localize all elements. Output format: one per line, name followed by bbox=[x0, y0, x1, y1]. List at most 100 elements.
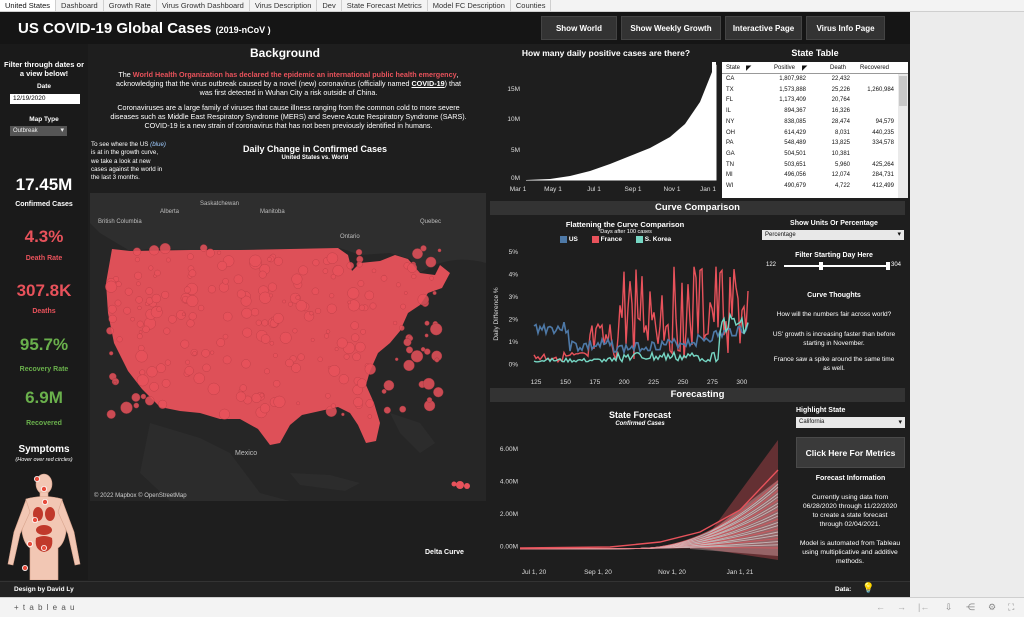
outbreak-circle[interactable] bbox=[146, 366, 158, 378]
outbreak-circle[interactable] bbox=[159, 243, 171, 255]
legend-skorea[interactable]: S. Korea bbox=[635, 236, 671, 243]
outbreak-circle[interactable] bbox=[217, 261, 227, 271]
download-icon[interactable]: ⇩ bbox=[945, 602, 953, 613]
outbreak-circle[interactable] bbox=[400, 303, 406, 310]
undo-icon[interactable]: ← bbox=[876, 602, 885, 612]
outbreak-circle[interactable] bbox=[187, 253, 194, 261]
lightbulb-icon[interactable]: 💡 bbox=[862, 583, 874, 594]
outbreak-circle[interactable] bbox=[343, 353, 350, 360]
outbreak-circle[interactable] bbox=[311, 287, 320, 296]
outbreak-circle[interactable] bbox=[355, 249, 363, 256]
outbreak-circle[interactable] bbox=[130, 316, 135, 322]
table-row[interactable]: CA 1,807,982 22,432 bbox=[722, 75, 898, 85]
symptom-dot-head[interactable] bbox=[34, 476, 41, 482]
outbreak-circle[interactable] bbox=[309, 311, 314, 316]
outbreak-circle[interactable] bbox=[288, 301, 293, 307]
outbreak-circle[interactable] bbox=[124, 287, 133, 296]
tab-counties[interactable]: Counties bbox=[511, 0, 552, 11]
col-state[interactable]: State bbox=[726, 65, 740, 71]
covid-19-link[interactable]: COVID-19 bbox=[411, 79, 444, 88]
outbreak-circle[interactable] bbox=[426, 397, 433, 403]
outbreak-circle[interactable] bbox=[242, 327, 253, 338]
outbreak-circle[interactable] bbox=[434, 357, 440, 363]
tab-model-fc-description[interactable]: Model FC Description bbox=[428, 0, 511, 11]
table-row[interactable]: IL 894,367 16,326 bbox=[722, 107, 898, 117]
outbreak-circle[interactable] bbox=[295, 295, 301, 301]
outbreak-circle[interactable] bbox=[383, 406, 391, 414]
outbreak-circle[interactable] bbox=[163, 327, 171, 335]
outbreak-circle[interactable] bbox=[291, 273, 303, 285]
outbreak-circle[interactable] bbox=[381, 388, 387, 394]
outbreak-circle[interactable] bbox=[338, 374, 349, 385]
outbreak-circle[interactable] bbox=[424, 333, 429, 338]
outbreak-circle[interactable] bbox=[347, 300, 352, 305]
outbreak-circle[interactable] bbox=[186, 295, 199, 307]
show-weekly-growth-button[interactable]: Show Weekly Growth bbox=[621, 16, 721, 40]
outbreak-circle[interactable] bbox=[134, 271, 142, 280]
outbreak-circle[interactable] bbox=[185, 359, 191, 365]
outbreak-circle[interactable] bbox=[357, 378, 367, 389]
tab-dev[interactable]: Dev bbox=[317, 0, 342, 11]
settings-icon[interactable]: ⚙ bbox=[988, 602, 996, 613]
outbreak-circle[interactable] bbox=[202, 363, 211, 372]
outbreak-circle[interactable] bbox=[259, 403, 270, 414]
outbreak-circle[interactable] bbox=[412, 248, 423, 260]
outbreak-circle[interactable] bbox=[360, 328, 366, 335]
outbreak-circle[interactable] bbox=[216, 338, 225, 347]
day-slider-handle-max[interactable] bbox=[886, 262, 890, 270]
symptom-dot-chest[interactable] bbox=[42, 498, 49, 505]
outbreak-circle[interactable] bbox=[355, 341, 366, 353]
outbreak-circle[interactable] bbox=[326, 329, 331, 334]
outbreak-circle[interactable] bbox=[399, 405, 407, 413]
outbreak-circle[interactable] bbox=[259, 291, 272, 304]
outbreak-circle[interactable] bbox=[272, 313, 284, 324]
outbreak-circle[interactable] bbox=[424, 320, 430, 326]
table-row[interactable]: OH 614,429 8,031 440,235 bbox=[722, 129, 898, 139]
outbreak-circle[interactable] bbox=[148, 245, 160, 256]
outbreak-circle[interactable] bbox=[136, 320, 144, 328]
outbreak-circle[interactable] bbox=[346, 261, 354, 270]
outbreak-circle[interactable] bbox=[120, 401, 133, 414]
outbreak-circle[interactable] bbox=[417, 293, 429, 306]
outbreak-circle[interactable] bbox=[145, 396, 155, 406]
outbreak-circle[interactable] bbox=[350, 321, 359, 330]
outbreak-circle[interactable] bbox=[164, 359, 171, 366]
highlight-state-select[interactable]: California bbox=[796, 417, 905, 428]
outbreak-circle[interactable] bbox=[323, 333, 329, 339]
outbreak-circle[interactable] bbox=[380, 275, 388, 282]
outbreak-circle[interactable] bbox=[113, 380, 117, 385]
table-row[interactable]: MI 496,056 12,074 284,731 bbox=[722, 171, 898, 181]
tableau-logo[interactable]: + t a b l e a u bbox=[14, 603, 75, 612]
legend-france[interactable]: France bbox=[591, 236, 622, 243]
redo-icon[interactable]: → bbox=[897, 602, 906, 612]
outbreak-circle[interactable] bbox=[136, 374, 149, 387]
table-row[interactable]: PA 548,489 13,825 334,578 bbox=[722, 139, 898, 149]
outbreak-circle[interactable] bbox=[156, 363, 166, 373]
outbreak-map[interactable]: Alberta Saskatchewan Manitoba British Co… bbox=[90, 193, 486, 501]
outbreak-circle[interactable] bbox=[437, 248, 442, 253]
outbreak-circle[interactable] bbox=[326, 252, 339, 264]
outbreak-circle[interactable] bbox=[282, 299, 286, 304]
tab-virus-growth-dashboard[interactable]: Virus Growth Dashboard bbox=[157, 0, 250, 11]
symptom-dot-throat[interactable] bbox=[41, 485, 48, 492]
outbreak-circle[interactable] bbox=[429, 275, 434, 281]
symptom-dot-stomach[interactable] bbox=[26, 541, 33, 548]
show-world-button[interactable]: Show World bbox=[541, 16, 617, 40]
outbreak-circle[interactable] bbox=[132, 247, 142, 256]
outbreak-circle[interactable] bbox=[347, 287, 360, 300]
outbreak-circle[interactable] bbox=[259, 392, 265, 398]
outbreak-circle[interactable] bbox=[188, 312, 197, 321]
outbreak-circle[interactable] bbox=[222, 333, 229, 340]
outbreak-circle[interactable] bbox=[161, 291, 170, 299]
outbreak-circle[interactable] bbox=[371, 268, 377, 274]
outbreak-circle[interactable] bbox=[357, 280, 365, 287]
day-slider-handle-min[interactable] bbox=[819, 262, 823, 270]
outbreak-circle[interactable] bbox=[222, 355, 232, 365]
outbreak-circle[interactable] bbox=[383, 380, 395, 391]
outbreak-circle[interactable] bbox=[411, 273, 417, 279]
outbreak-circle[interactable] bbox=[279, 331, 292, 344]
outbreak-circle[interactable] bbox=[201, 349, 210, 358]
outbreak-circle[interactable] bbox=[364, 290, 374, 301]
outbreak-circle[interactable] bbox=[235, 391, 246, 402]
col-recovered[interactable]: Recovered bbox=[860, 65, 889, 71]
